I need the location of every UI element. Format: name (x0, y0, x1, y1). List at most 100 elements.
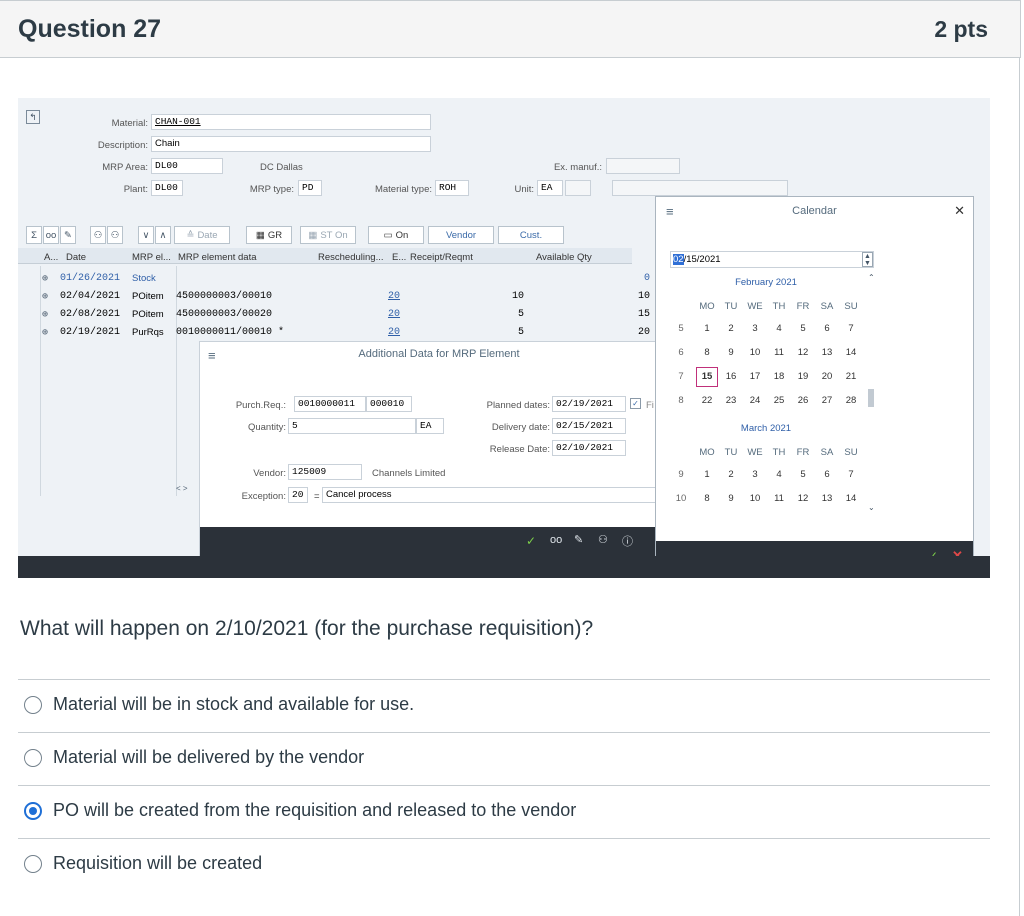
calendar-day[interactable]: 10 (744, 489, 766, 509)
sum-button[interactable]: Σ (26, 226, 42, 244)
calendar-day[interactable]: 10 (744, 343, 766, 363)
calendar-day[interactable]: 2 (720, 465, 742, 485)
vendor-button[interactable]: Vendor (428, 226, 494, 244)
mrp-area-label: MRP Area: (102, 162, 148, 173)
calendar-day[interactable]: 2 (720, 319, 742, 339)
glasses-icon[interactable]: oo (550, 534, 562, 546)
st-on-button[interactable]: ▦ ST On (300, 226, 356, 244)
question-points: 2 pts (934, 15, 988, 42)
col-mrp-data: MRP element data (178, 252, 257, 263)
calendar-date-input[interactable]: 02/15/2021 (670, 251, 874, 268)
calendar-scrollbar[interactable] (868, 389, 874, 407)
calendar-day[interactable]: 20 (816, 367, 838, 387)
table-row[interactable]: ⊕ 02/04/2021 POitem 4500000003/00010 20 … (18, 288, 650, 306)
glasses-icon[interactable]: oo (43, 226, 59, 244)
calendar-day[interactable]: 4 (768, 319, 790, 339)
radio-button[interactable] (24, 748, 42, 767)
people-icon[interactable]: ⚇ (598, 533, 608, 546)
vendor-field: 125009 (288, 464, 362, 480)
calendar-day[interactable]: 28 (840, 391, 862, 411)
calendar-day[interactable]: 8 (696, 343, 718, 363)
date-button[interactable]: ≙ Date (174, 226, 230, 244)
calendar-day[interactable]: 13 (816, 489, 838, 509)
gr-button[interactable]: ▦ GR (246, 226, 292, 244)
weekday-label: FR (796, 447, 810, 458)
calendar-day[interactable]: 8 (696, 489, 718, 509)
material-field: CHAN-001 (151, 114, 431, 130)
chevron-down-icon[interactable]: ∨ (138, 226, 154, 244)
calendar-day[interactable]: 18 (768, 367, 790, 387)
col-available: Available Qty (536, 252, 592, 263)
calendar-day[interactable]: 23 (720, 391, 742, 411)
calendar-day[interactable]: 25 (768, 391, 790, 411)
calendar-day[interactable]: 4 (768, 465, 790, 485)
splitter-icon[interactable]: < > (176, 484, 188, 493)
quantity-field: 5 (288, 418, 416, 434)
calendar-day[interactable]: 19 (792, 367, 814, 387)
answer-option-1[interactable]: Material will be in stock and available … (24, 694, 414, 715)
calendar-day[interactable]: 17 (744, 367, 766, 387)
calendar-day[interactable]: 5 (792, 465, 814, 485)
calendar-day[interactable]: 7 (840, 465, 862, 485)
chevron-up-icon[interactable]: ⌃ (868, 273, 875, 282)
people-icon[interactable]: ⚇ (90, 226, 106, 244)
table-row[interactable]: ⊕ 01/26/2021 Stock 0 (18, 270, 650, 288)
calendar-day[interactable]: 26 (792, 391, 814, 411)
table-row[interactable]: ⊕ 02/08/2021 POitem 4500000003/00020 20 … (18, 306, 650, 324)
calendar-day[interactable]: 11 (768, 343, 790, 363)
week-number: 10 (675, 493, 687, 504)
confirm-icon[interactable]: ✓ (526, 534, 536, 548)
answer-option-4[interactable]: Requisition will be created (24, 853, 262, 874)
calendar-day[interactable]: 9 (720, 489, 742, 509)
mrp-type-field: PD (298, 180, 322, 196)
radio-button[interactable] (24, 695, 42, 714)
calendar-day[interactable]: 1 (696, 319, 718, 339)
calendar-day[interactable]: 12 (792, 489, 814, 509)
weekday-label: FR (796, 301, 810, 312)
question-text: What will happen on 2/10/2021 (for the p… (20, 617, 594, 640)
calendar-day[interactable]: 16 (720, 367, 742, 387)
screenshot-footer-bar (18, 556, 990, 578)
calendar-day[interactable]: 13 (816, 343, 838, 363)
date-spinner[interactable]: ▲ ▼ (862, 252, 873, 267)
calendar-day-selected[interactable]: 15 (696, 367, 718, 387)
plant-label: Plant: (123, 184, 148, 195)
calendar-day[interactable]: 9 (720, 343, 742, 363)
chevron-up-icon[interactable]: ∧ (155, 226, 171, 244)
calendar-day[interactable]: 21 (840, 367, 862, 387)
cust-button[interactable]: Cust. (498, 226, 564, 244)
calendar-day[interactable]: 5 (792, 319, 814, 339)
col-resched: Rescheduling... (318, 252, 384, 263)
on-button[interactable]: ▭ On (368, 226, 424, 244)
calendar-day[interactable]: 27 (816, 391, 838, 411)
people-add-icon[interactable]: ⚇ (107, 226, 123, 244)
calendar-day[interactable]: 11 (768, 489, 790, 509)
description-label: Description: (97, 140, 148, 151)
calendar-day[interactable]: 14 (840, 343, 862, 363)
exception-text-field: Cancel process (322, 487, 658, 503)
vendor-label: Vendor: (253, 468, 286, 479)
calendar-day[interactable]: 22 (696, 391, 718, 411)
table-row[interactable]: ⊕ 02/19/2021 PurRqs 0010000011/00010 * 2… (18, 324, 650, 342)
calendar-day[interactable]: 24 (744, 391, 766, 411)
answer-option-3[interactable]: PO will be created from the requisition … (24, 800, 576, 821)
calendar-day[interactable]: 6 (816, 465, 838, 485)
pencil-icon[interactable]: ✎ (574, 533, 583, 546)
info-icon[interactable]: ⓘ (622, 533, 633, 549)
calendar-day[interactable]: 7 (840, 319, 862, 339)
calendar-day[interactable]: 6 (816, 319, 838, 339)
calendar-day[interactable]: 14 (840, 489, 862, 509)
firm-checkbox[interactable]: ✓ (630, 398, 641, 409)
calendar-day[interactable]: 3 (744, 465, 766, 485)
radio-button[interactable] (24, 854, 42, 873)
close-icon[interactable]: ✕ (954, 203, 965, 219)
week-number: 8 (678, 395, 684, 406)
pencil-icon[interactable]: ✎ (60, 226, 76, 244)
weekday-label: MO (699, 301, 715, 312)
answer-option-2[interactable]: Material will be delivered by the vendor (24, 747, 364, 768)
calendar-day[interactable]: 12 (792, 343, 814, 363)
calendar-day[interactable]: 1 (696, 465, 718, 485)
chevron-down-icon[interactable]: ⌄ (868, 503, 875, 512)
radio-button-selected[interactable] (24, 801, 42, 820)
calendar-day[interactable]: 3 (744, 319, 766, 339)
